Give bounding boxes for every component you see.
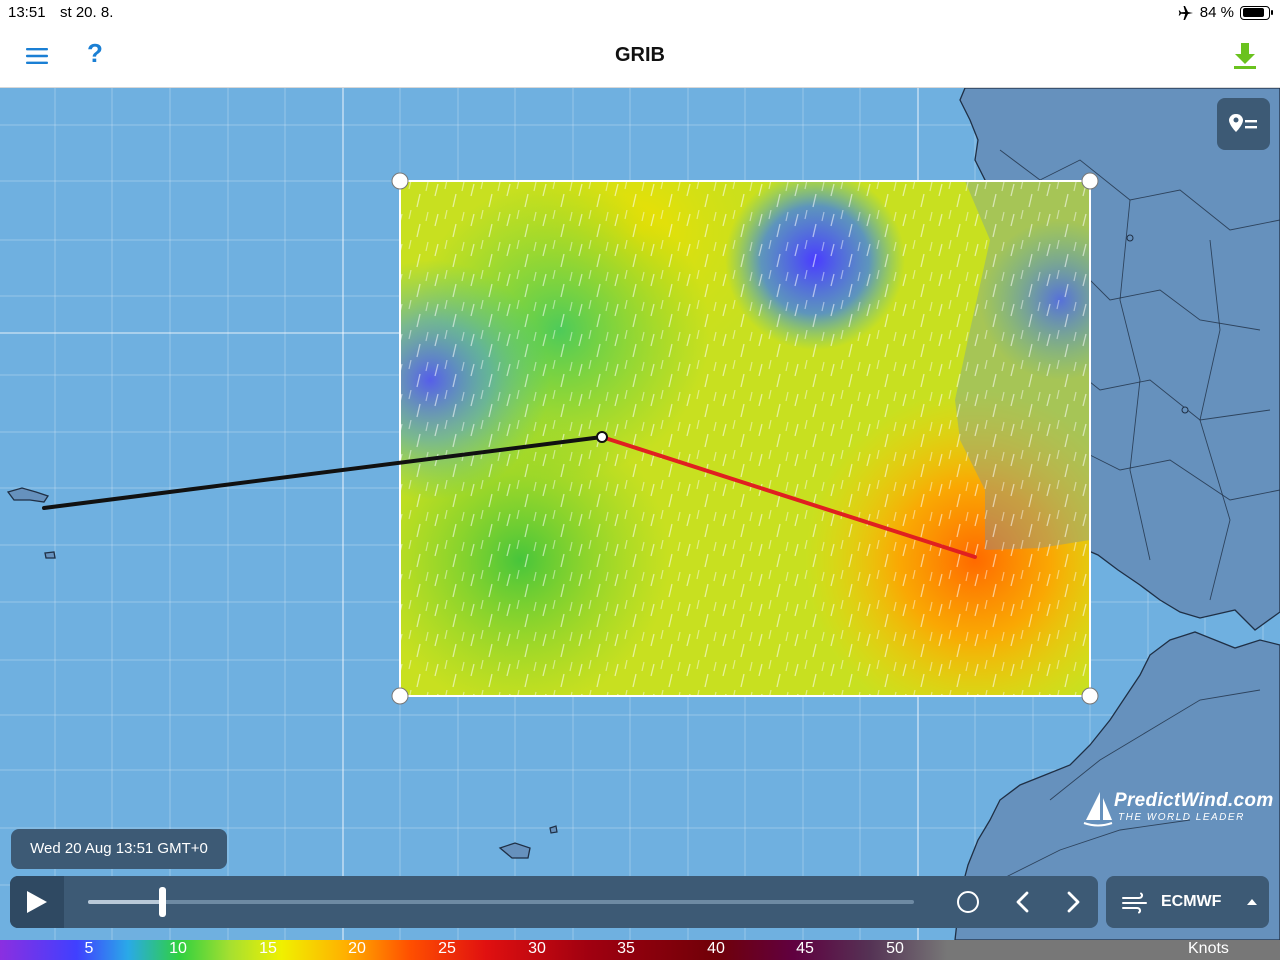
island-madeira: [498, 842, 531, 859]
island-azores-2: [44, 551, 56, 559]
brand-logo: PredictWind.com THE WORLD LEADER: [1082, 790, 1274, 830]
legend-tick: 25: [438, 940, 456, 957]
legend-tick: 15: [259, 940, 277, 957]
legend-tick: 50: [886, 940, 904, 957]
brand-tagline: THE WORLD LEADER: [1118, 812, 1245, 823]
legend-tick: 5: [84, 940, 94, 957]
chevron-left-icon: [1016, 891, 1029, 913]
timeline-progress: [88, 900, 163, 904]
route-waypoint[interactable]: [596, 431, 608, 443]
forecast-datetime: Wed 20 Aug 13:51 GMT+0: [11, 829, 227, 869]
legend-unit: Knots: [1188, 940, 1229, 957]
handle-top-left[interactable]: [391, 172, 409, 190]
handle-bottom-right[interactable]: [1081, 687, 1099, 705]
battery-level: [1242, 8, 1264, 17]
legend-tick: 20: [348, 940, 366, 957]
wind-icon: [1122, 892, 1147, 914]
previous-step-button[interactable]: [1010, 888, 1036, 916]
island-azores-1: [6, 487, 50, 503]
play-button[interactable]: [10, 876, 64, 928]
caret-up-icon: [1247, 899, 1257, 905]
status-bar: 13:51 st 20. 8. 84 %: [0, 0, 1280, 24]
wind-speed-legend: 5 10 15 20 25 30 35 40 45 50 Knots: [0, 940, 1280, 960]
download-arrow-icon: [1234, 43, 1256, 69]
pin-list-icon: [1229, 114, 1257, 132]
handle-top-right[interactable]: [1081, 172, 1099, 190]
map-layers-button[interactable]: [1217, 98, 1270, 150]
timeline-bar: [10, 876, 1098, 928]
navigation-bar: ? GRIB: [0, 24, 1280, 88]
airplane-icon: [1178, 5, 1193, 20]
grib-region: [400, 181, 1090, 696]
legend-tick: 35: [617, 940, 635, 957]
chevron-right-icon: [1067, 891, 1080, 913]
download-button[interactable]: [1230, 40, 1260, 72]
model-label: ECMWF: [1161, 893, 1222, 910]
grib-app: 13:51 st 20. 8. 84 % ? GRIB PredictWind.…: [0, 0, 1280, 960]
legend-tick: 30: [528, 940, 546, 957]
legend-tick: 10: [169, 940, 187, 957]
status-date: st 20. 8.: [60, 4, 114, 21]
next-step-button[interactable]: [1060, 888, 1086, 916]
timeline-slider-thumb[interactable]: [159, 887, 167, 917]
timeline-track[interactable]: [88, 900, 914, 904]
status-time: 13:51: [8, 4, 46, 21]
status-right: 84 %: [1178, 4, 1273, 21]
weather-model-selector[interactable]: ECMWF: [1106, 876, 1269, 928]
circle-now-icon[interactable]: [957, 891, 979, 913]
sail-logo-icon: [1083, 792, 1113, 827]
handle-bottom-left[interactable]: [391, 687, 409, 705]
battery-percent: 84 %: [1199, 4, 1234, 21]
page-title: GRIB: [615, 44, 665, 66]
battery-icon: [1240, 5, 1273, 20]
play-icon: [27, 891, 47, 913]
legend-tick: 45: [796, 940, 814, 957]
legend-tick: 40: [707, 940, 725, 957]
brand-name: PredictWind.com: [1114, 790, 1274, 811]
